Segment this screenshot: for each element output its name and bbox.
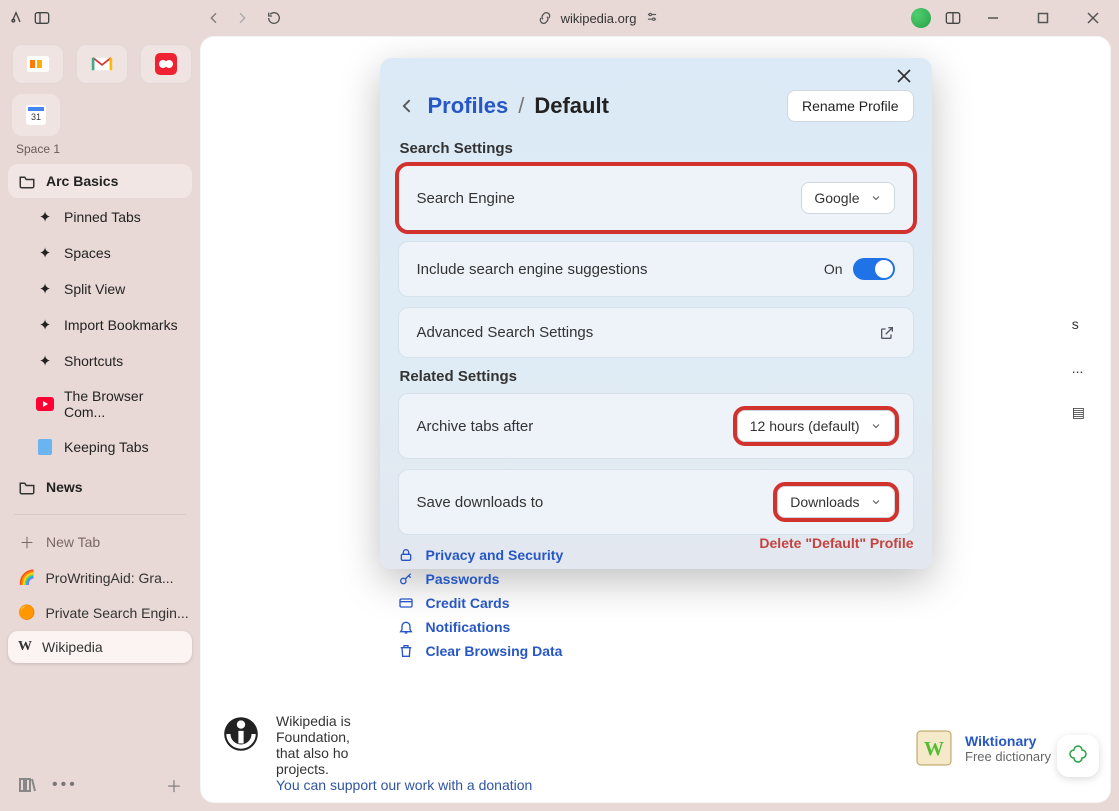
sidebar: 31 Space 1 Arc Basics ✦Pinned Tabs ✦Spac…: [0, 36, 200, 811]
tab-wikipedia[interactable]: WWikipedia: [8, 631, 192, 663]
sidebar-folder-arc-basics[interactable]: Arc Basics: [8, 164, 192, 198]
pinned-app-red[interactable]: [140, 44, 192, 84]
advanced-search-card[interactable]: Advanced Search Settings: [398, 307, 914, 358]
space-label: Space 1: [16, 142, 184, 156]
external-link-icon: [879, 325, 895, 341]
archive-label: Archive tabs after: [417, 418, 534, 435]
plus-icon: ＋: [18, 533, 36, 551]
suggestions-label: Include search engine suggestions: [417, 261, 648, 278]
sidebar-item-keeping-tabs[interactable]: Keeping Tabs: [8, 430, 192, 464]
link-passwords[interactable]: Passwords: [398, 571, 914, 587]
sidebar-item-spaces[interactable]: ✦Spaces: [8, 236, 192, 270]
key-icon: [398, 571, 416, 587]
search-engine-label: Search Engine: [417, 190, 515, 207]
nav-forward-icon[interactable]: [230, 10, 254, 26]
link-clear-data[interactable]: Clear Browsing Data: [398, 643, 914, 659]
chevron-down-icon: [870, 420, 882, 432]
close-button[interactable]: [896, 68, 920, 92]
nav-back-icon[interactable]: [206, 10, 222, 26]
folder-icon: [18, 478, 36, 496]
suggestions-toggle[interactable]: [853, 258, 895, 280]
sidebar-folder-label: Arc Basics: [46, 173, 118, 189]
bg-text-fragment: s ... ▤: [1072, 316, 1085, 449]
sidebar-toggle-icon[interactable]: [34, 10, 50, 26]
chevron-down-icon: [870, 496, 882, 508]
breadcrumb-root[interactable]: Profiles: [428, 93, 509, 119]
extension-chatgpt-icon[interactable]: [911, 8, 931, 28]
sidebar-divider: [14, 514, 186, 515]
sidebar-item-import-bookmarks[interactable]: ✦Import Bookmarks: [8, 308, 192, 342]
lock-icon: [398, 547, 416, 563]
link-credit-cards[interactable]: Credit Cards: [398, 595, 914, 611]
rename-profile-button[interactable]: Rename Profile: [787, 90, 914, 122]
settings-modal: Profiles / Default Rename Profile Search…: [380, 58, 932, 569]
tab-prowritingaid[interactable]: 🌈ProWritingAid: Gra...: [8, 561, 192, 594]
svg-text:31: 31: [31, 112, 41, 122]
add-icon[interactable]: ＋: [166, 773, 182, 797]
donation-link[interactable]: You can support our work with a donation: [276, 777, 532, 793]
breadcrumb: Profiles / Default: [398, 93, 609, 119]
tab-private-search[interactable]: 🟠Private Search Engin...: [8, 596, 192, 629]
sidebar-folder-news[interactable]: News: [8, 470, 192, 504]
library-icon[interactable]: [18, 776, 36, 794]
trash-icon: [398, 643, 416, 659]
delete-profile-link[interactable]: Delete "Default" Profile: [759, 535, 913, 551]
site-info-icon[interactable]: [537, 10, 553, 26]
more-dots-icon[interactable]: •••: [52, 776, 78, 794]
page-content: s ... ▤ Wikipedia is Foundation, that al…: [200, 36, 1111, 803]
search-engine-card: Search Engine Google: [398, 165, 914, 231]
section-related-settings: Related Settings: [400, 368, 914, 385]
arc-icon: ✦: [36, 316, 54, 334]
search-engine-select[interactable]: Google: [801, 182, 894, 214]
arc-icon: ✦: [36, 208, 54, 226]
pinned-app-gmail[interactable]: [76, 44, 128, 84]
archive-select[interactable]: 12 hours (default): [737, 410, 895, 442]
back-arrow-icon[interactable]: [398, 96, 418, 116]
arc-icon: ✦: [36, 352, 54, 370]
wiktionary-icon: W: [915, 729, 953, 767]
credit-card-icon: [398, 595, 416, 611]
favicon-pwa: 🌈: [18, 569, 35, 586]
arc-icon: ✦: [36, 280, 54, 298]
suggestions-state: On: [824, 261, 843, 277]
arc-icon: ✦: [36, 244, 54, 262]
breadcrumb-current: Default: [534, 93, 609, 119]
arc-logo-icon: [8, 10, 24, 26]
youtube-icon: [36, 395, 54, 413]
chevron-down-icon: [870, 192, 882, 204]
downloads-card: Save downloads to Downloads: [398, 469, 914, 535]
sidebar-item-shortcuts[interactable]: ✦Shortcuts: [8, 344, 192, 378]
downloads-select[interactable]: Downloads: [777, 486, 894, 518]
window-maximize[interactable]: [1025, 4, 1061, 32]
favicon-wikipedia: W: [18, 639, 32, 655]
split-view-icon[interactable]: [945, 10, 961, 26]
archive-card: Archive tabs after 12 hours (default): [398, 393, 914, 459]
sidebar-item-browser-company[interactable]: The Browser Com...: [8, 380, 192, 428]
wiktionary-tile[interactable]: W Wiktionary Free dictionary: [915, 729, 1051, 767]
wikipedia-footer-snippet: Wikipedia is Foundation, that also ho pr…: [220, 713, 532, 793]
nav-reload-icon[interactable]: [262, 10, 286, 26]
bell-icon: [398, 619, 416, 635]
favicon-ddg: 🟠: [18, 604, 35, 621]
floating-assistant-button[interactable]: [1057, 735, 1099, 777]
folder-icon: [18, 172, 36, 190]
doc-icon: [36, 438, 54, 456]
sidebar-item-split-view[interactable]: ✦Split View: [8, 272, 192, 306]
sidebar-item-pinned-tabs[interactable]: ✦Pinned Tabs: [8, 200, 192, 234]
link-notifications[interactable]: Notifications: [398, 619, 914, 635]
section-search-settings: Search Settings: [400, 140, 914, 157]
new-tab-button[interactable]: ＋ New Tab: [8, 525, 192, 559]
suggestions-card: Include search engine suggestions On: [398, 241, 914, 297]
site-tune-icon[interactable]: [644, 10, 660, 26]
svg-text:W: W: [924, 738, 944, 760]
window-minimize[interactable]: [975, 4, 1011, 32]
downloads-label: Save downloads to: [417, 494, 544, 511]
window-close[interactable]: [1075, 4, 1111, 32]
window-titlebar: wikipedia.org: [0, 0, 1119, 36]
pinned-app-office[interactable]: [12, 44, 64, 84]
url-host[interactable]: wikipedia.org: [561, 11, 637, 26]
wikimedia-logo-icon: [220, 713, 262, 755]
pinned-app-calendar[interactable]: 31: [12, 94, 60, 136]
